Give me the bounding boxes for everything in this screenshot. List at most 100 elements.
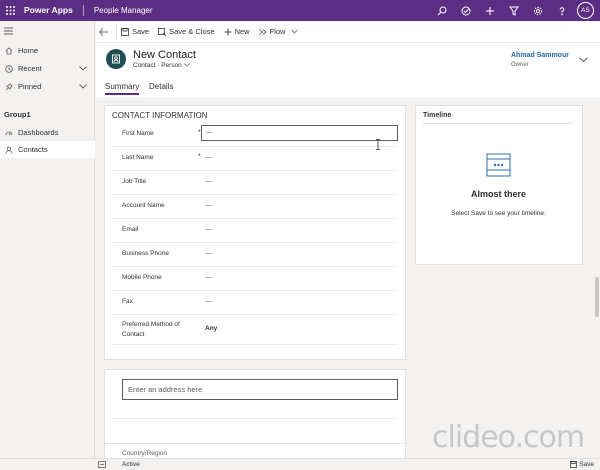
record-subtitle: Contact · Person [133, 62, 190, 69]
command-bar: Save Save & Close New Flow [96, 21, 600, 43]
field-label: Fax [122, 298, 133, 305]
new-label: New [234, 27, 250, 36]
sidebar-group-label: Group1 [4, 110, 31, 119]
account-name-input[interactable]: --- [205, 202, 212, 209]
help-icon[interactable] [550, 0, 574, 21]
flow-label: Flow [269, 27, 286, 36]
scrollbar[interactable] [593, 97, 600, 458]
required-indicator: * [198, 153, 201, 160]
sidebar-item-home[interactable]: Home [0, 42, 95, 59]
new-button[interactable]: New [224, 27, 250, 36]
flow-icon [258, 28, 267, 35]
plus-icon[interactable] [478, 0, 502, 21]
avatar[interactable]: AS [577, 2, 594, 19]
sidebar-item-label: Pinned [18, 82, 42, 91]
flow-button[interactable]: Flow [258, 27, 302, 36]
app-name[interactable]: People Manager [94, 6, 153, 15]
field-first-name: First Name * --- [112, 123, 398, 147]
save-close-button[interactable]: Save & Close [158, 27, 215, 36]
sidebar-item-dashboards[interactable]: Dashboards [0, 124, 95, 141]
timeline-message: Select Save to see your timeline. [451, 210, 546, 217]
status-save-label: Save [579, 461, 594, 468]
gear-icon[interactable] [526, 0, 550, 21]
field-job-title: Job Title --- [112, 171, 398, 195]
clock-icon [0, 64, 18, 73]
save-button[interactable]: Save [121, 27, 149, 36]
mobile-phone-input[interactable]: --- [205, 274, 212, 281]
field-fax: Fax --- [112, 291, 398, 315]
divider [112, 418, 398, 419]
country-section: Country/Region [104, 443, 406, 458]
record-header: New Contact Contact · Person Ahmad Sammo… [96, 43, 600, 97]
field-label: First Name [122, 130, 154, 137]
sidebar-item-label: Home [18, 46, 39, 55]
status-bar: Active Save [0, 458, 600, 470]
business-phone-input[interactable]: --- [205, 250, 212, 257]
scrollbar-thumb[interactable] [595, 277, 599, 317]
contact-record-icon [106, 49, 126, 69]
save-icon [121, 27, 129, 36]
waffle-icon[interactable] [0, 0, 20, 21]
expand-icon[interactable] [98, 461, 106, 468]
address-section: Enter an address here [104, 369, 406, 449]
email-input[interactable]: --- [205, 226, 212, 233]
form-body: CONTACT INFORMATION First Name * --- Las… [96, 97, 592, 458]
search-icon[interactable] [430, 0, 454, 21]
filter-icon[interactable] [502, 0, 526, 21]
chevron-down-icon[interactable] [79, 82, 87, 91]
tab-summary[interactable]: Summary [105, 82, 140, 95]
watermark: clideo.com [432, 420, 585, 455]
chevron-down-icon[interactable] [79, 64, 87, 73]
brand-name[interactable]: Power Apps [24, 5, 84, 16]
field-label: Email [122, 226, 139, 233]
save-close-icon [158, 27, 167, 36]
field-preferred-contact: Preferred Method of Contact Any [112, 315, 398, 345]
last-name-input[interactable]: --- [205, 154, 212, 161]
sidebar-item-pinned[interactable]: Pinned [0, 78, 95, 95]
field-label: Business Phone [122, 250, 169, 257]
address-search-input[interactable]: Enter an address here [122, 379, 398, 400]
contact-icon [0, 146, 18, 154]
contact-information-section: CONTACT INFORMATION First Name * --- Las… [104, 105, 406, 360]
chevron-down-icon[interactable] [183, 63, 190, 67]
chevron-down-icon[interactable] [291, 29, 299, 34]
save-label: Save [132, 27, 150, 36]
field-account-name: Account Name --- [112, 195, 398, 219]
check-icon[interactable] [454, 0, 478, 21]
tab-details[interactable]: Details [149, 82, 173, 91]
divider [423, 123, 573, 124]
form-selector[interactable]: Person [161, 62, 182, 69]
status-save-button[interactable]: Save [570, 461, 594, 468]
preferred-contact-select[interactable]: Any [205, 325, 217, 332]
fax-input[interactable]: --- [205, 298, 212, 305]
sidebar-item-recent[interactable]: Recent [0, 60, 95, 77]
field-label: Mobile Phone [122, 274, 162, 281]
first-name-input[interactable]: --- [201, 125, 398, 141]
app-header-bar: Power Apps People Manager AS [0, 0, 600, 21]
owner-label: Owner [511, 62, 529, 68]
sidebar-item-label: Dashboards [18, 128, 59, 137]
field-email: Email --- [112, 219, 398, 243]
section-title: CONTACT INFORMATION [112, 111, 208, 120]
field-mobile-phone: Mobile Phone --- [112, 267, 398, 291]
dashboard-icon [0, 129, 18, 137]
timeline-icon [486, 153, 511, 179]
timeline-section: Timeline Almost there Select Save to see… [415, 105, 583, 265]
field-label: Account Name [122, 202, 165, 209]
record-title: New Contact [133, 49, 196, 61]
text-cursor-icon [376, 139, 380, 150]
back-arrow-icon[interactable] [99, 24, 117, 39]
sidebar-item-contacts[interactable]: Contacts [0, 141, 95, 158]
status-text: Active [122, 461, 140, 468]
job-title-input[interactable]: --- [205, 178, 212, 185]
sidebar: Home Recent Pinned Group1 Dashboards Con… [0, 21, 95, 458]
hamburger-icon[interactable] [4, 27, 13, 37]
timeline-heading: Almost there [470, 189, 526, 199]
save-close-label: Save & Close [169, 27, 215, 36]
owner-link[interactable]: Ahmad Sammour [511, 52, 569, 59]
entity-name: Contact [133, 62, 156, 69]
sidebar-item-label: Contacts [18, 145, 48, 154]
timeline-title: Timeline [423, 112, 452, 119]
field-business-phone: Business Phone --- [112, 243, 398, 267]
chevron-down-icon[interactable] [579, 56, 588, 65]
